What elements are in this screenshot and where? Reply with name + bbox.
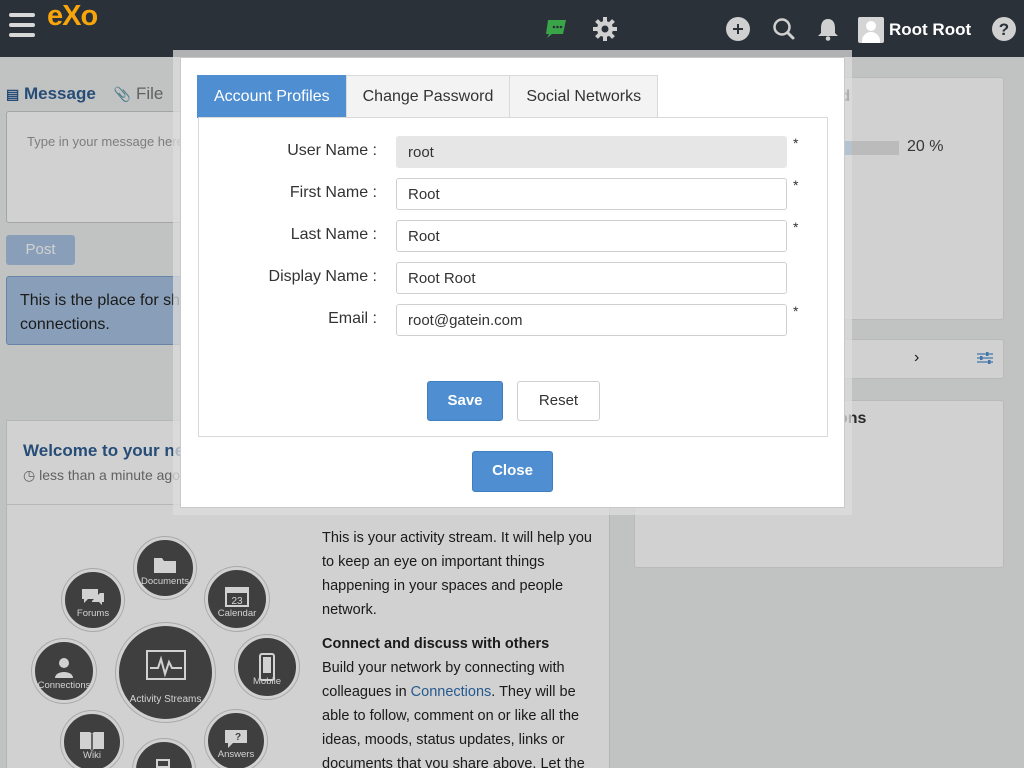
notifications-bell-icon[interactable] [815,16,841,42]
required-marker: * [793,135,799,151]
displayname-label: Display Name : [268,268,377,285]
required-marker: * [793,219,799,235]
displayname-field[interactable] [396,262,787,294]
close-button[interactable]: Close [472,451,553,492]
account-settings-modal: Account Profiles Change Password Social … [180,57,845,508]
avatar [858,17,884,43]
add-icon[interactable] [725,16,751,42]
firstname-field[interactable] [396,178,787,210]
tab-social-networks[interactable]: Social Networks [509,75,659,118]
account-profile-form: User Name : * First Name : * Last Name :… [198,117,828,437]
required-marker: * [793,177,799,193]
gear-icon[interactable] [592,16,618,42]
tab-account-profiles[interactable]: Account Profiles [197,75,347,118]
user-menu[interactable]: Root Root [858,16,971,44]
row-lastname: Last Name : * [199,219,829,252]
required-marker: * [793,303,799,319]
chat-icon[interactable] [543,16,569,42]
save-button[interactable]: Save [427,381,503,421]
search-icon[interactable] [771,16,797,42]
firstname-label: First Name : [289,184,377,201]
modal-tabs: Account Profiles Change Password Social … [197,75,659,118]
reset-button[interactable]: Reset [517,381,600,421]
tab-change-password[interactable]: Change Password [345,75,511,118]
row-firstname: First Name : * [199,177,829,210]
top-navbar: eXo Root Root ? [0,0,1024,57]
username-label: User Name : [287,142,377,159]
user-name: Root Root [889,20,972,39]
username-field [396,136,787,168]
help-icon[interactable]: ? [991,16,1017,42]
menu-icon[interactable] [9,13,35,37]
svg-text:?: ? [999,20,1009,39]
email-label: Email : [328,310,377,327]
lastname-field[interactable] [396,220,787,252]
row-username: User Name : * [199,135,829,168]
exo-logo[interactable]: eXo [47,0,98,33]
lastname-label: Last Name : [290,226,377,243]
email-field[interactable] [396,304,787,336]
row-displayname: Display Name : [199,262,829,294]
row-email: Email : * [199,303,829,336]
